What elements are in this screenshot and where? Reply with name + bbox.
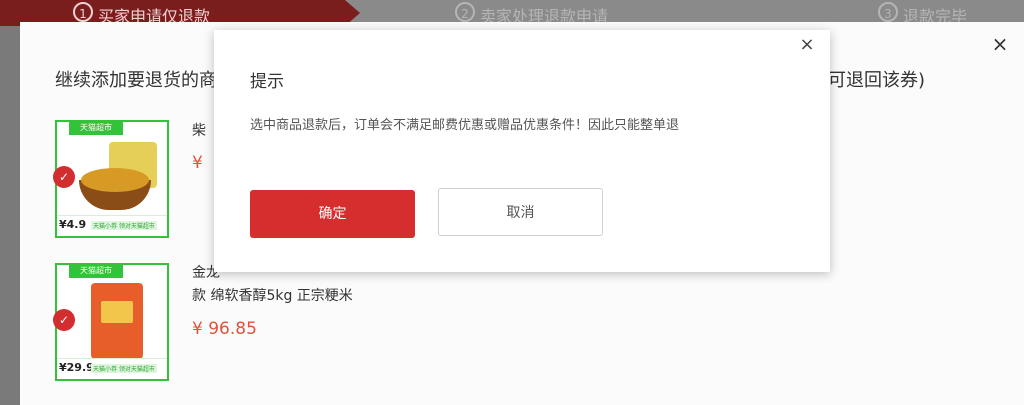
product-price-strip: ¥4.9 天猫小券 领对天猫超市 xyxy=(57,215,167,236)
outer-dialog-title: 继续添加要退货的商 xyxy=(55,70,217,91)
product-title-line2: 款 绵软香醇5kg 正宗粳米 xyxy=(192,288,353,304)
outer-dialog-title-suffix: 可退回该券) xyxy=(828,70,926,91)
product-card-millet[interactable]: 天猫超市 ✓ ¥4.9 天猫小券 领对天猫超市 xyxy=(53,120,169,238)
confirm-button[interactable]: 确定 xyxy=(250,190,415,238)
selected-check-icon[interactable]: ✓ xyxy=(53,166,75,188)
dialog-message: 选中商品退款后，订单会不满足邮费优惠或赠品优惠条件！因此只能整单退 xyxy=(250,118,680,133)
product-price: ¥ 96.85 xyxy=(192,319,257,339)
rice-bag-label-image xyxy=(101,301,133,323)
dialog-title: 提示 xyxy=(250,72,284,92)
refund-confirm-dialog: 提示 × 选中商品退款后，订单会不满足邮费优惠或赠品优惠条件！因此只能整单退 确… xyxy=(214,30,830,272)
small-price: ¥4.9 xyxy=(59,218,87,231)
product-title: 柴 xyxy=(192,123,206,139)
product-price: ¥ xyxy=(192,153,203,173)
step-3-number: 3 xyxy=(878,2,898,22)
small-price: ¥29.9 xyxy=(59,361,94,374)
outer-close-icon[interactable]: × xyxy=(990,34,1010,54)
step-2-number: 2 xyxy=(455,2,475,22)
selected-check-icon[interactable]: ✓ xyxy=(53,309,75,331)
promo-text: 天猫小券 领对天猫超市 xyxy=(91,364,157,373)
tmall-badge: 天猫超市 xyxy=(69,264,123,278)
product-price-strip: ¥29.9 天猫小券 领对天猫超市 xyxy=(57,358,167,379)
product-card-rice[interactable]: 天猫超市 ✓ ¥29.9 天猫小券 领对天猫超市 xyxy=(53,263,169,381)
cancel-button[interactable]: 取消 xyxy=(438,188,603,236)
tmall-badge: 天猫超市 xyxy=(69,121,123,135)
millet-grain-image xyxy=(81,168,149,192)
close-icon[interactable]: × xyxy=(798,36,816,54)
promo-text: 天猫小券 领对天猫超市 xyxy=(91,221,157,230)
step-1-number: 1 xyxy=(73,2,93,22)
